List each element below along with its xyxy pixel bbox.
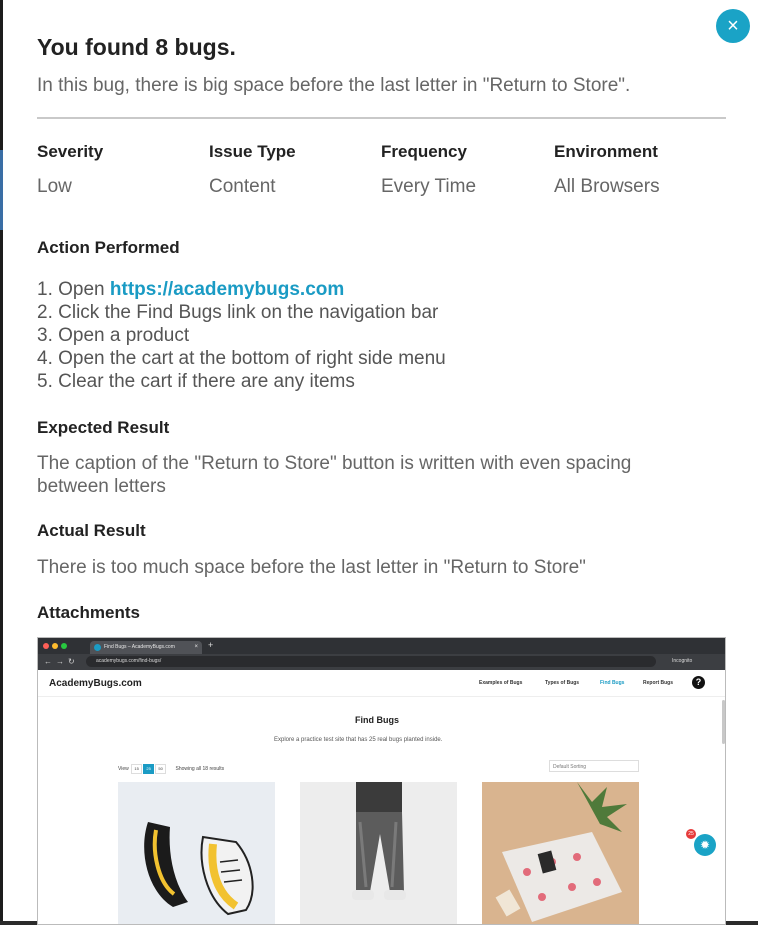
environment-label: Environment bbox=[554, 142, 658, 161]
site-nav-examples: Examples of Bugs bbox=[479, 680, 523, 686]
view-controls: View 15 25 50 Showing all 18 results bbox=[118, 764, 224, 774]
severity-value: Low bbox=[37, 176, 72, 197]
actual-text: There is too much space before the last … bbox=[37, 557, 586, 578]
environment-value: All Browsers bbox=[554, 176, 660, 197]
site-nav-types: Types of Bugs bbox=[545, 680, 580, 686]
browser-tab: Find Bugs – AcademyBugs.com × bbox=[90, 641, 202, 654]
find-bugs-subtitle: Explore a practice test site that has 25… bbox=[274, 737, 443, 743]
expected-text: The caption of the "Return to Store" but… bbox=[37, 453, 632, 497]
site-nav-find: Find Bugs bbox=[600, 680, 625, 686]
step-item: 2. Click the Find Bugs link on the navig… bbox=[37, 302, 439, 323]
view-option: 25 bbox=[143, 764, 155, 774]
site-page: AcademyBugs.com Examples of Bugs Types o… bbox=[38, 670, 725, 924]
scrollbar-thumb bbox=[722, 700, 725, 744]
product-image-jeans bbox=[300, 782, 457, 924]
results-count: Showing all 18 results bbox=[175, 766, 225, 772]
close-icon: × bbox=[727, 15, 739, 37]
step-item: 5. Clear the cart if there are any items bbox=[37, 371, 355, 392]
bug-icon: ✹ bbox=[694, 834, 716, 856]
site-nav-report: Report Bugs bbox=[643, 680, 673, 686]
product-image-shoe bbox=[118, 782, 275, 924]
divider bbox=[37, 117, 726, 119]
expected-heading: Expected Result bbox=[37, 418, 170, 437]
window-left-edge bbox=[0, 0, 3, 925]
issue-type-value: Content bbox=[209, 176, 276, 197]
window-zoom-dot bbox=[61, 643, 67, 649]
actual-heading: Actual Result bbox=[37, 521, 146, 540]
product-image-shirt bbox=[482, 782, 639, 924]
frequency-label: Frequency bbox=[381, 142, 467, 161]
new-tab-icon: + bbox=[208, 640, 214, 650]
browser-tab-strip: Find Bugs – AcademyBugs.com × + bbox=[38, 638, 725, 654]
window-left-edge-accent bbox=[0, 150, 3, 230]
tab-close-icon: × bbox=[194, 644, 198, 650]
step-item: 3. Open a product bbox=[37, 325, 190, 346]
severity-label: Severity bbox=[37, 142, 104, 161]
incognito-label: Incognito bbox=[672, 658, 693, 664]
back-icon: ← bbox=[44, 657, 52, 666]
academybugs-link[interactable]: https://academybugs.com bbox=[110, 279, 344, 300]
issue-type-column: Issue Type Content bbox=[209, 142, 379, 198]
issue-type-label: Issue Type bbox=[209, 142, 296, 161]
frequency-value: Every Time bbox=[381, 176, 477, 197]
view-option: 50 bbox=[155, 764, 167, 774]
frequency-column: Frequency Every Time bbox=[381, 142, 551, 198]
steps-list: 1. Open https://academybugs.com 2. Click… bbox=[37, 278, 446, 393]
severity-column: Severity Low bbox=[37, 142, 207, 198]
step-item: 1. Open https://academybugs.com bbox=[37, 278, 446, 301]
site-logo: AcademyBugs.com bbox=[49, 678, 142, 689]
step-item: 4. Open the cart at the bottom of right … bbox=[37, 348, 446, 369]
environment-column: Environment All Browsers bbox=[554, 142, 724, 198]
help-icon: ? bbox=[692, 676, 705, 689]
bug-description: In this bug, there is big space before t… bbox=[37, 75, 631, 96]
url-field: academybugs.com/find-bugs/ bbox=[86, 656, 656, 667]
reload-icon: ↻ bbox=[68, 657, 75, 666]
favicon-icon bbox=[94, 644, 101, 651]
window-close-dot bbox=[43, 643, 49, 649]
browser-address-bar: ← → ↻ academybugs.com/find-bugs/ Incogni… bbox=[38, 654, 725, 670]
close-button[interactable]: × bbox=[716, 9, 750, 43]
sorting-select: Default Sorting bbox=[549, 760, 639, 772]
forward-icon: → bbox=[56, 657, 64, 666]
dialog-title: You found 8 bugs. bbox=[37, 34, 236, 60]
bug-count-badge: 25 bbox=[686, 829, 696, 839]
attachment-screenshot[interactable]: Find Bugs – AcademyBugs.com × + ← → ↻ ac… bbox=[37, 637, 726, 925]
browser-tab-title: Find Bugs – AcademyBugs.com bbox=[104, 644, 175, 650]
attachments-heading: Attachments bbox=[37, 603, 140, 622]
site-header-divider bbox=[38, 696, 725, 697]
window-minimize-dot bbox=[52, 643, 58, 649]
step-prefix: 1. Open bbox=[37, 279, 110, 300]
view-option: 15 bbox=[131, 764, 143, 774]
find-bugs-title: Find Bugs bbox=[355, 715, 399, 725]
view-label: View bbox=[118, 766, 129, 772]
action-heading: Action Performed bbox=[37, 238, 180, 257]
